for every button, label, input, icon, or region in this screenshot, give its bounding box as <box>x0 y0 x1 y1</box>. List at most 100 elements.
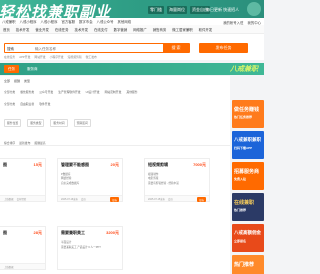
card-tag: 电影剪辑 <box>148 177 159 180</box>
sort-bar: 综合排序 最新发布 报酬最高 <box>0 140 230 146</box>
sort-option[interactable]: 最新发布 <box>19 141 30 145</box>
filter-option[interactable]: 软件开发 <box>39 102 50 106</box>
topnav-item[interactable]: 其他网络 <box>118 19 132 24</box>
filter-option[interactable]: 全部分类 <box>4 102 15 106</box>
card-price: 15元 <box>33 162 42 167</box>
category-item[interactable]: 网络推广 <box>133 27 147 32</box>
tab-service-providers[interactable]: 服务商 <box>27 67 38 72</box>
breadcrumb-item[interactable]: 报酬 <box>14 79 20 83</box>
banner-tag: 零门槛 <box>148 6 164 14</box>
task-card[interactable]: 图 15元 上线数据 会有经验 <box>0 158 46 202</box>
sort-option[interactable]: 报酬最高 <box>34 141 45 145</box>
dropdown-time[interactable]: 服务时间 <box>50 119 68 127</box>
card-desc: 需要有剪辑经验 - 经验丰富 <box>148 182 179 185</box>
ad-title: 八戒兼职兼职 <box>234 137 261 142</box>
card-price: 7000元 <box>193 162 206 167</box>
task-card[interactable]: 短视频剪辑 7000元 视频制作 电影剪辑 需要有剪辑经验 - 经验丰富 202… <box>144 158 210 202</box>
topnav-item[interactable]: 八戒小程序 <box>20 19 37 24</box>
my-center-link[interactable]: 我的中心 <box>247 20 261 25</box>
hot-keyword[interactable]: 在线任务 <box>4 55 15 59</box>
card-meta: 会员 <box>168 197 173 201</box>
post-task-button[interactable]: 发布任务 <box>199 43 248 53</box>
topnav-item[interactable]: 官方客服 <box>61 19 75 24</box>
category-item[interactable]: 软件开发 <box>199 27 213 32</box>
category-item[interactable]: 在线任务 <box>55 27 69 32</box>
search-input[interactable] <box>35 46 135 51</box>
category-item[interactable]: 技术开发 <box>74 27 88 32</box>
breadcrumb-item[interactable]: 全部 <box>4 79 10 83</box>
hot-keyword[interactable]: APP开发 <box>19 55 30 59</box>
task-listing: 全部 报酬 类型 全部分类 餐饮服务类 公众号开发 生产管理软件开发 UI设计开… <box>0 76 230 274</box>
ad-title: 招募服务商 <box>234 169 260 175</box>
card-title: 管理要不能感图 <box>61 162 89 167</box>
tab-tasks[interactable]: 任务 <box>4 65 19 73</box>
card-price: 3200元 <box>106 230 119 235</box>
card-title: 图 <box>3 230 7 235</box>
ad-banner[interactable]: 热门推荐 <box>232 255 264 274</box>
search-type-select[interactable]: 搜索 <box>7 47 14 52</box>
ad-banner[interactable]: 八戒兼职兼职 扫码下载APP <box>232 131 264 159</box>
card-date: 2025-07-16发布 <box>61 197 79 201</box>
filter-row-categories: 全部分类 餐饮服务类 公众号开发 生产管理软件开发 UI设计开发 网站定制开发 … <box>4 90 138 94</box>
filter-option[interactable]: 自由职业者 <box>20 102 34 106</box>
bid-button[interactable]: 投标 <box>110 197 119 202</box>
card-title: 需要兼职美工 <box>61 230 85 235</box>
category-item[interactable]: 营业开发 <box>35 27 49 32</box>
hot-keyword[interactable]: 网站开发 <box>34 55 45 59</box>
topnav-item[interactable]: 八戒兼职 <box>2 19 16 24</box>
card-tag: 网络经验 <box>61 177 72 180</box>
card-tag: 平面设计 <box>61 241 72 244</box>
filter-option[interactable]: 网站定制开发 <box>105 90 122 94</box>
dropdown-type[interactable]: 服务类型 <box>27 119 45 127</box>
subbar-logo: 八戒兼职 <box>230 66 258 73</box>
filter-option[interactable]: UI设计开发 <box>86 90 100 94</box>
breadcrumb-item[interactable]: 类型 <box>24 79 30 83</box>
ad-banner[interactable]: 招募服务商 免费入驻 <box>232 162 264 190</box>
category-item[interactable]: 销售商务 <box>153 27 167 32</box>
ad-banner[interactable]: 做任务赚钱 热门任务推荐 <box>232 100 264 128</box>
dropdown-budget[interactable]: 预算区间 <box>73 119 91 127</box>
task-card[interactable]: 管理要不能感图 20元 P数据库 网络经验 自主完成数据库 2025-07-16… <box>57 158 123 202</box>
category-item[interactable]: 微工居家兼职 <box>172 27 192 32</box>
card-price: 28元 <box>33 230 42 235</box>
card-meta: 会员 <box>81 197 86 201</box>
ad-subtitle: 立即报名 <box>234 239 247 243</box>
filter-option[interactable]: 生产管理软件开发 <box>58 90 80 94</box>
ad-title: 八戒高额佣金 <box>234 230 261 235</box>
search-button[interactable]: 搜 索 <box>163 44 189 52</box>
dropdown-location[interactable]: 服务位置 <box>4 119 22 127</box>
hot-keyword[interactable]: 小程序开发 <box>50 55 64 59</box>
filter-option[interactable]: 公众号开发 <box>39 90 53 94</box>
filter-option[interactable]: 其他服务 <box>126 90 137 94</box>
ad-subtitle: 免费入驻 <box>234 177 247 181</box>
breadcrumb: 全部 报酬 类型 <box>4 79 30 83</box>
category-item[interactable]: 技术开发 <box>16 27 30 32</box>
card-footer: 2025-07-15发布 会员 投标 <box>145 195 209 202</box>
top-banner[interactable]: 轻松找兼职副业 零门槛 海量岗位 资金自由 每日更新 快速招人 <box>0 0 264 21</box>
task-card[interactable]: 图 28元 上线数据 <box>0 226 46 270</box>
topnav-item[interactable]: 数字币会 <box>79 19 93 24</box>
ad-subtitle: 扫码下载APP <box>234 146 253 150</box>
ad-banner[interactable]: 八戒高额佣金 立即报名 <box>232 224 264 252</box>
banner-tags: 零门槛 海量岗位 资金自由 <box>148 6 210 14</box>
bid-button[interactable]: 投标 <box>197 197 206 202</box>
hot-keywords: 在线任务 APP开发 网站开发 小程序开发 短视频剪辑 微工发布 <box>4 55 97 59</box>
page: { "banner": { "headline": "轻松找兼职副业", "ta… <box>0 0 264 274</box>
sort-option[interactable]: 综合排序 <box>4 141 15 145</box>
category-item[interactable]: 在线支付 <box>94 27 108 32</box>
ad-title: 在线兼职 <box>234 200 255 206</box>
filter-option[interactable]: 餐饮服务类 <box>20 90 34 94</box>
ad-title: 做任务赚钱 <box>234 107 260 113</box>
topnav-item[interactable]: 八戒公众号 <box>97 19 114 24</box>
filter-option[interactable]: 全部分类 <box>4 90 15 94</box>
ad-banner[interactable]: 在线兼职 热门推荐 <box>232 193 264 221</box>
category-item[interactable]: 首页 <box>3 27 10 32</box>
filter-dropdowns: 服务位置 服务类型 服务时间 预算区间 <box>4 119 91 127</box>
hot-keyword[interactable]: 微工发布 <box>86 55 97 59</box>
topnav-item[interactable]: 八戒小程序 <box>41 19 58 24</box>
sub-nav-bar: 任务 服务商 八戒兼职 <box>0 63 264 75</box>
task-card[interactable]: 需要兼职美工 3200元 平面设计 需要兼职美工 产品设计 6 人一PPT <box>57 226 123 270</box>
hot-keyword[interactable]: 短视频剪辑 <box>68 55 82 59</box>
category-item[interactable]: 数字营销 <box>114 27 128 32</box>
account-link[interactable]: 我的帐号入驻 <box>223 20 243 25</box>
